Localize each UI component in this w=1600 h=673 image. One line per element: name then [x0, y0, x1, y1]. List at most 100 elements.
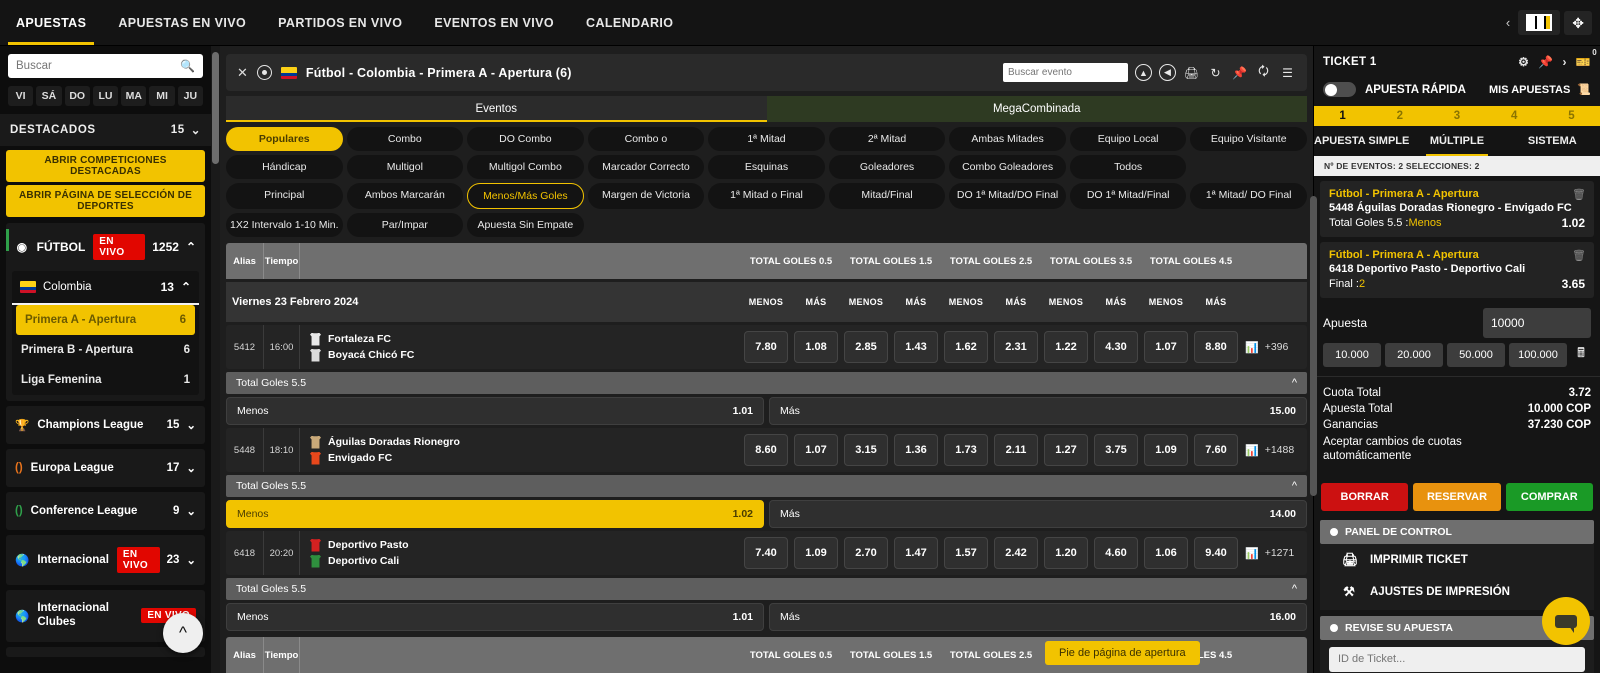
- more-markets-count[interactable]: +396: [1265, 341, 1289, 353]
- market-multigol[interactable]: Multigol: [346, 155, 464, 179]
- market-mitad-final[interactable]: Mitad/Final: [828, 183, 946, 209]
- chevron-down-icon[interactable]: ⌄: [186, 553, 196, 567]
- chevron-down-icon[interactable]: ⌄: [186, 418, 196, 432]
- sidebar-item-colombia[interactable]: Colombia 13 ⌃: [12, 271, 199, 305]
- market-ambos-marcaran[interactable]: Ambos Marcarán: [346, 183, 464, 209]
- chip-100000[interactable]: 100.000: [1509, 343, 1567, 367]
- market-par-impar[interactable]: Par/Impar: [346, 213, 464, 237]
- chevron-up-icon[interactable]: ⌃: [186, 240, 196, 254]
- main-scrollbar-thumb[interactable]: [1310, 196, 1317, 496]
- odd-button[interactable]: 1.09: [1144, 434, 1188, 466]
- my-bets-button[interactable]: MIS APUESTAS 📜: [1489, 83, 1591, 97]
- chip-50000[interactable]: 50.000: [1447, 343, 1505, 367]
- sidebar-item-primera-a-apertura[interactable]: Primera A - Apertura 6: [16, 305, 195, 335]
- nav-item-partidos-en-vivo[interactable]: PARTIDOS EN VIVO: [262, 0, 418, 45]
- stake-input[interactable]: [1491, 316, 1583, 330]
- market-equipo-local[interactable]: Equipo Local: [1069, 127, 1187, 151]
- odd-button[interactable]: 3.75: [1094, 434, 1138, 466]
- day-sa[interactable]: SÁ: [36, 86, 62, 106]
- odd-button[interactable]: 1.27: [1044, 434, 1088, 466]
- odd-button[interactable]: 3.15: [844, 434, 888, 466]
- tab-eventos[interactable]: Eventos: [226, 96, 767, 122]
- odd-button[interactable]: 1.08: [794, 331, 838, 363]
- expanded-market-header[interactable]: Total Goles 5.5 ^: [226, 372, 1307, 394]
- gear-icon[interactable]: ⚙: [1518, 55, 1529, 69]
- expanded-market-header[interactable]: Total Goles 5.5 ^: [226, 475, 1307, 497]
- market-primera-mitad[interactable]: 1ª Mitad: [708, 127, 825, 151]
- layout-toggle-button[interactable]: [1518, 10, 1561, 35]
- delete-selection-icon[interactable]: 🗑: [1572, 249, 1586, 262]
- nav-item-apuestas[interactable]: APUESTAS: [0, 0, 102, 45]
- printer-icon[interactable]: 🖨: [1183, 64, 1200, 81]
- day-do[interactable]: DO: [64, 86, 90, 106]
- tab-sistema[interactable]: SISTEMA: [1505, 126, 1600, 156]
- ticket-tab-4[interactable]: 4: [1486, 106, 1543, 126]
- sync-icon[interactable]: 🗘: [1255, 64, 1272, 81]
- table-row[interactable]: 5448 18:10 Águilas Doradas Rionegro Envi…: [226, 428, 1307, 472]
- sidebar-item-internacional[interactable]: 🌎 Internacional EN VIVO 23 ⌄: [6, 535, 205, 585]
- odd-button[interactable]: 4.30: [1094, 331, 1138, 363]
- search-input[interactable]: [16, 60, 181, 72]
- calculator-icon[interactable]: 🖩: [1571, 344, 1591, 366]
- close-icon[interactable]: ✕: [237, 65, 248, 81]
- ticket-tab-3[interactable]: 3: [1428, 106, 1485, 126]
- delete-selection-icon[interactable]: 🗑: [1572, 188, 1586, 201]
- odd-button[interactable]: 1.57: [944, 537, 988, 569]
- mas-option[interactable]: Más 16.00: [769, 603, 1307, 631]
- odd-button[interactable]: 1.73: [944, 434, 988, 466]
- quick-bet-toggle[interactable]: [1323, 82, 1356, 97]
- more-markets-count[interactable]: +1271: [1265, 547, 1295, 559]
- scroll-to-top-button[interactable]: ^: [163, 613, 203, 653]
- stats-chart-icon[interactable]: 📊: [1245, 341, 1259, 354]
- market-principal[interactable]: Principal: [226, 183, 343, 209]
- odd-button[interactable]: 8.60: [744, 434, 788, 466]
- comprar-button[interactable]: COMPRAR: [1505, 482, 1593, 511]
- table-row[interactable]: 6418 20:20 Deportivo Pasto Deportivo Cal…: [226, 531, 1307, 575]
- market-equipo-visitante[interactable]: Equipo Visitante: [1190, 127, 1307, 151]
- day-ju[interactable]: JU: [177, 86, 203, 106]
- abrir-deportes-button[interactable]: ABRIR PÁGINA DE SELECCIÓN DE DEPORTES: [6, 185, 205, 217]
- destacados-header[interactable]: DESTACADOS 15 ⌄: [0, 114, 211, 146]
- expand-icon[interactable]: ✥: [1564, 10, 1592, 35]
- odd-button[interactable]: 2.31: [994, 331, 1038, 363]
- market-menos-mas-goles[interactable]: Menos/Más Goles: [467, 183, 584, 209]
- menu-icon[interactable]: ☰: [1279, 64, 1296, 81]
- sidebar-item-europa-league[interactable]: () Europa League 17 ⌄: [6, 449, 205, 487]
- menos-option[interactable]: Menos 1.01: [226, 397, 764, 425]
- stake-input-wrap[interactable]: [1483, 308, 1591, 338]
- chevron-down-icon[interactable]: ⌄: [186, 461, 196, 475]
- ticket-tab-2[interactable]: 2: [1371, 106, 1428, 126]
- menos-option[interactable]: Menos 1.01: [226, 603, 764, 631]
- stats-chart-icon[interactable]: 📊: [1245, 547, 1259, 560]
- nav-item-calendario[interactable]: CALENDARIO: [570, 0, 689, 45]
- odd-button[interactable]: 7.60: [1194, 434, 1238, 466]
- sidebar-item-conference-league[interactable]: () Conference League 9 ⌄: [6, 492, 205, 530]
- ticket-id-field[interactable]: [1329, 646, 1585, 672]
- imprimir-ticket-item[interactable]: 🖨 IMPRIMIR TICKET: [1320, 543, 1594, 576]
- market-handicap[interactable]: Hándicap: [226, 155, 343, 179]
- sidebar-item-futbol[interactable]: ◉ FÚTBOL EN VIVO 1252 ⌃: [6, 223, 205, 271]
- sidebar-item-liga-femenina[interactable]: Liga Femenina 1: [12, 365, 199, 395]
- market-segunda-mitad[interactable]: 2ª Mitad: [828, 127, 946, 151]
- market-do-mitad-final[interactable]: DO 1ª Mitad/Final: [1069, 183, 1187, 209]
- clock-icon[interactable]: ◀: [1159, 64, 1176, 81]
- chevron-left-icon[interactable]: ‹: [1502, 15, 1514, 30]
- ticket-tab-5[interactable]: 5: [1543, 106, 1600, 126]
- market-combo[interactable]: Combo: [346, 127, 464, 151]
- tab-megacombinada[interactable]: MegaCombinada: [766, 96, 1307, 122]
- market-do-mitad-do-final[interactable]: DO 1ª Mitad/DO Final: [949, 183, 1066, 209]
- sidebar-item-primera-b-apertura[interactable]: Primera B - Apertura 6: [12, 335, 199, 365]
- odd-button[interactable]: 7.40: [744, 537, 788, 569]
- odd-button[interactable]: 1.20: [1044, 537, 1088, 569]
- reservar-button[interactable]: RESERVAR: [1413, 482, 1501, 511]
- tab-multiple[interactable]: MÚLTIPLE: [1409, 126, 1504, 156]
- market-todos[interactable]: Todos: [1069, 155, 1187, 179]
- market-combo-o[interactable]: Combo o: [587, 127, 705, 151]
- day-vi[interactable]: VI: [8, 86, 34, 106]
- abrir-competiciones-button[interactable]: ABRIR COMPETICIONES DESTACADAS: [6, 150, 205, 182]
- event-search-input[interactable]: [1008, 67, 1123, 78]
- mas-option[interactable]: Más 15.00: [769, 397, 1307, 425]
- chevron-up-icon[interactable]: ^: [1292, 377, 1297, 389]
- odd-button[interactable]: 4.60: [1094, 537, 1138, 569]
- mas-option[interactable]: Más 14.00: [769, 500, 1307, 528]
